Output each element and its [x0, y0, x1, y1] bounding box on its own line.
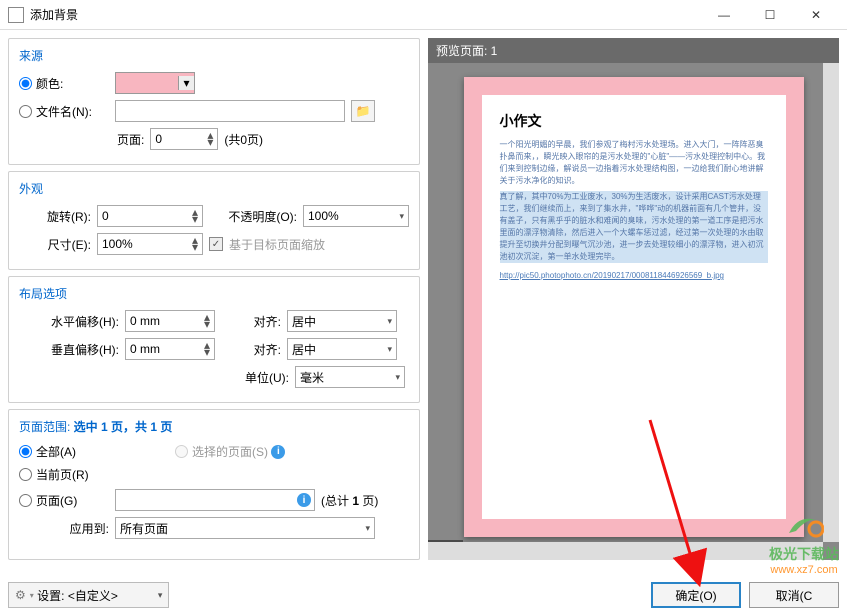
valign-combo[interactable]: 居中▾: [287, 338, 397, 360]
ok-button[interactable]: 确定(O): [651, 582, 741, 608]
filename-label: 文件名(N):: [36, 103, 92, 120]
cancel-button[interactable]: 取消(C: [749, 582, 839, 608]
scrollbar-vertical[interactable]: [823, 63, 839, 542]
unit-label: 单位(U):: [229, 369, 289, 386]
scale-checkbox[interactable]: ✓: [209, 237, 223, 251]
preview-page: 小作文 一个阳光明媚的早晨，我们参观了梅村污水处理场。进入大门，一阵阵恶臭扑鼻而…: [464, 77, 804, 537]
window-title: 添加背景: [30, 6, 701, 23]
opacity-label: 不透明度(O):: [209, 208, 297, 225]
color-radio[interactable]: [19, 77, 32, 90]
source-panel: 来源 颜色: ▾ 文件名(N): 📁 页面: 0▴▾ (共0页): [8, 38, 420, 165]
settings-dropdown[interactable]: ⚙▾ 设置: <自定义> ▾: [8, 582, 169, 608]
unit-combo[interactable]: 毫米▾: [295, 366, 405, 388]
doc-para1: 一个阳光明媚的早晨，我们参观了梅村污水处理场。进入大门，一阵阵恶臭扑鼻而来，，瞬…: [500, 139, 768, 187]
appearance-panel: 外观 旋转(R): 0▴▾ 不透明度(O): 100%▾ 尺寸(E): 100%…: [8, 171, 420, 270]
filename-input[interactable]: [115, 100, 345, 122]
size-combo[interactable]: 100%▴▾: [97, 233, 203, 255]
selected-radio: [175, 445, 188, 458]
valign-label: 对齐:: [221, 341, 281, 358]
info-icon[interactable]: i: [271, 445, 285, 459]
filename-radio[interactable]: [19, 105, 32, 118]
folder-icon: 📁: [356, 104, 371, 118]
scale-label: 基于目标页面缩放: [229, 236, 325, 253]
gear-icon: ⚙: [15, 588, 26, 602]
pages-radio[interactable]: [19, 494, 32, 507]
all-label: 全部(A): [36, 443, 76, 460]
layout-title: 布局选项: [19, 285, 409, 302]
size-label: 尺寸(E):: [19, 236, 91, 253]
titlebar: 添加背景 — ☐ ✕: [0, 0, 847, 30]
app-icon: [8, 7, 24, 23]
opacity-combo[interactable]: 100%▾: [303, 205, 409, 227]
current-radio[interactable]: [19, 468, 32, 481]
settings-label: 设置:: [37, 587, 64, 604]
apply-label: 应用到:: [19, 520, 109, 537]
halign-label: 对齐:: [221, 313, 281, 330]
page-label: 页面:: [117, 131, 144, 148]
browse-button[interactable]: 📁: [351, 100, 375, 122]
page-total: (共0页): [224, 131, 263, 148]
hoffset-spinner[interactable]: 0 mm▴▾: [125, 310, 215, 332]
pages-label: 页面(G): [36, 492, 77, 509]
range-panel: 页面范围: 选中 1 页，共 1 页 全部(A) 选择的页面(S) i 当前页(…: [8, 409, 420, 560]
info-icon[interactable]: i: [297, 493, 311, 507]
doc-para2: 真了解，其中70%为工业废水，30%为生活废水，设计采用CAST污水处理工艺，我…: [500, 191, 768, 263]
halign-combo[interactable]: 居中▾: [287, 310, 397, 332]
scrollbar-horizontal[interactable]: [428, 542, 823, 560]
current-label: 当前页(R): [36, 466, 89, 483]
range-title: 页面范围: 选中 1 页，共 1 页: [19, 418, 409, 435]
doc-link: http://pic50.photophoto.cn/20190217/0008…: [500, 271, 725, 280]
pages-input[interactable]: [115, 489, 315, 511]
source-title: 来源: [19, 47, 409, 64]
apply-combo[interactable]: 所有页面▾: [115, 517, 375, 539]
close-button[interactable]: ✕: [793, 0, 839, 30]
preview-header: 预览页面: 1: [428, 38, 839, 63]
all-radio[interactable]: [19, 445, 32, 458]
minimize-button[interactable]: —: [701, 0, 747, 30]
preview-pane: 预览页面: 1 小作文 一个阳光明媚的早晨，我们参观了梅村污水处理场。进入大门，…: [428, 38, 839, 560]
appearance-title: 外观: [19, 180, 409, 197]
layout-panel: 布局选项 水平偏移(H): 0 mm▴▾ 对齐: 居中▾ 垂直偏移(H): 0 …: [8, 276, 420, 403]
doc-title: 小作文: [500, 111, 768, 131]
color-picker[interactable]: ▾: [115, 72, 195, 94]
rotate-label: 旋转(R):: [19, 208, 91, 225]
page-spinner[interactable]: 0▴▾: [150, 128, 218, 150]
pages-total: (总计 1 页): [321, 492, 378, 509]
voffset-spinner[interactable]: 0 mm▴▾: [125, 338, 215, 360]
rotate-combo[interactable]: 0▴▾: [97, 205, 203, 227]
settings-value: <自定义>: [68, 587, 118, 604]
voffset-label: 垂直偏移(H):: [19, 341, 119, 358]
maximize-button[interactable]: ☐: [747, 0, 793, 30]
color-label: 颜色:: [36, 75, 63, 92]
hoffset-label: 水平偏移(H):: [19, 313, 119, 330]
selected-label: 选择的页面(S): [192, 443, 268, 460]
